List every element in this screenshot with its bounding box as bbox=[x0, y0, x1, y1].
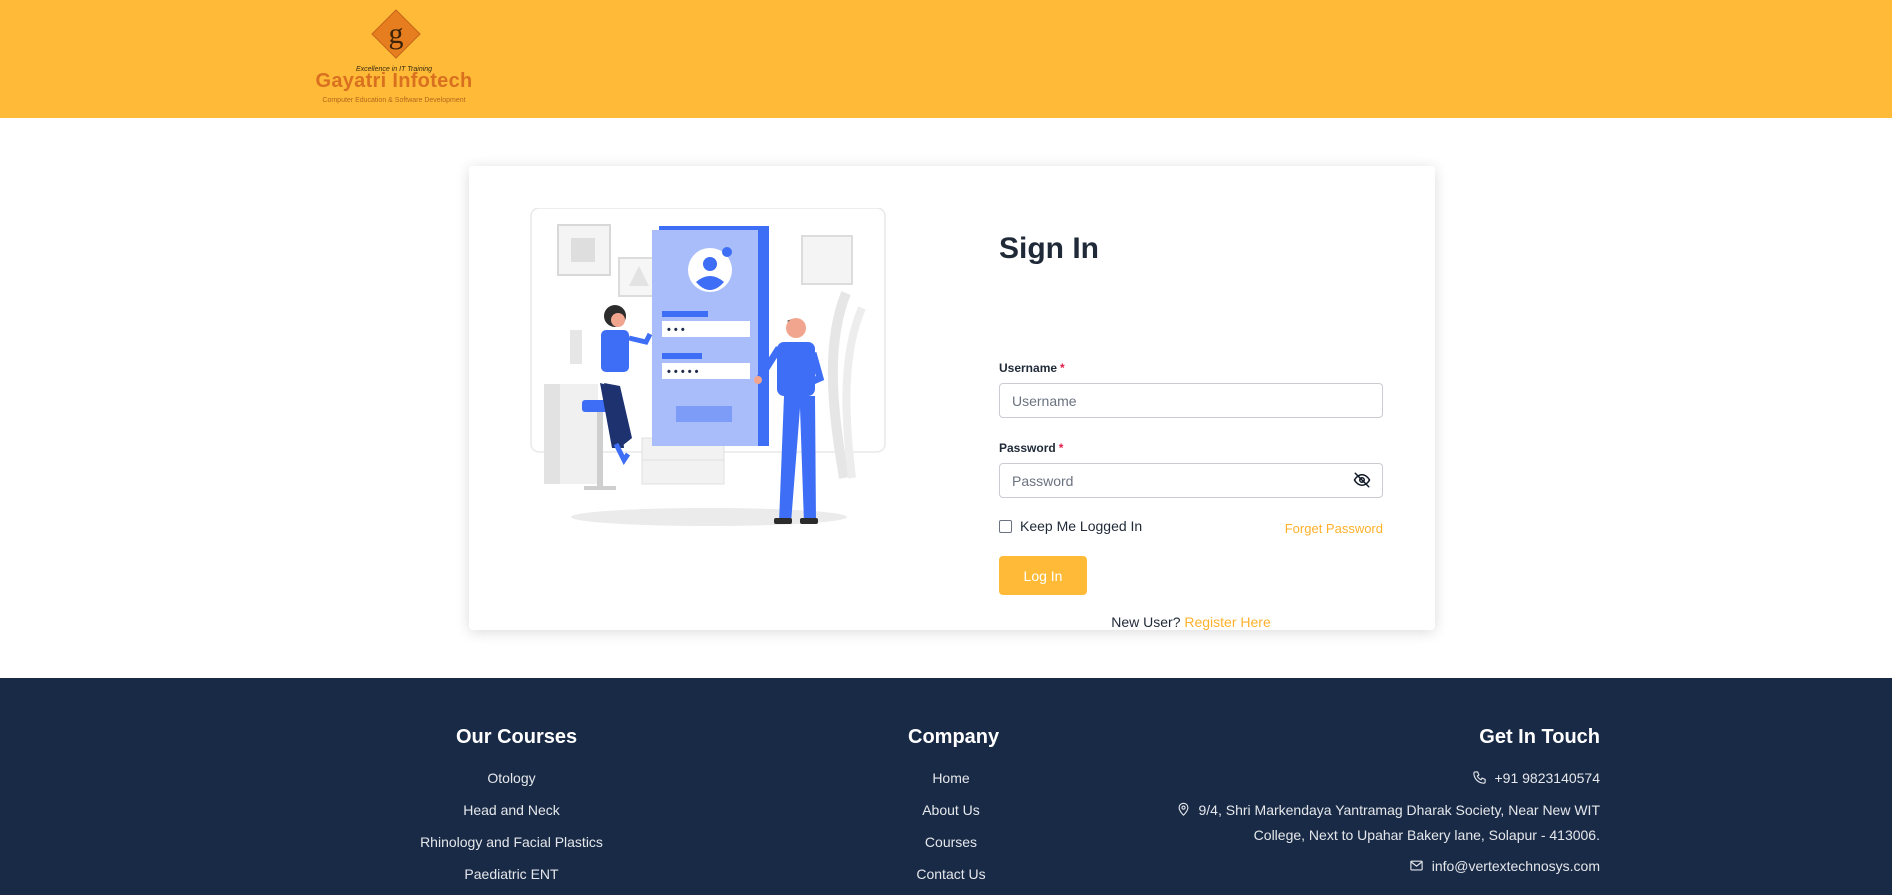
new-user-text: New User? bbox=[1111, 614, 1181, 630]
logo-mark-icon: g bbox=[368, 6, 424, 62]
username-label-text: Username bbox=[999, 361, 1058, 375]
forget-password-link[interactable]: Forget Password bbox=[1285, 521, 1383, 536]
mail-icon bbox=[1410, 860, 1423, 871]
footer-link-courses[interactable]: Courses bbox=[851, 834, 1051, 850]
required-mark: * bbox=[1060, 361, 1065, 375]
username-label: Username * bbox=[999, 361, 1065, 375]
top-header: g Excellence in IT Training Gayatri Info… bbox=[0, 0, 1892, 118]
contact-email[interactable]: info@vertextechnosys.com bbox=[1409, 858, 1600, 874]
password-label-text: Password bbox=[999, 441, 1056, 455]
site-footer: Our Courses Otology Head and Neck Rhinol… bbox=[0, 678, 1892, 895]
logo-monogram: g bbox=[389, 17, 404, 50]
username-input[interactable] bbox=[999, 383, 1383, 418]
contact-phone[interactable]: +91 9823140574 bbox=[1472, 770, 1601, 786]
footer-link-contact[interactable]: Contact Us bbox=[851, 866, 1051, 882]
footer-link-about[interactable]: About Us bbox=[851, 802, 1051, 818]
register-prompt: New User? Register Here bbox=[999, 614, 1383, 630]
contact-address-line-2: College, Next to Upahar Bakery lane, Sol… bbox=[1254, 827, 1600, 843]
illustration-dots-2: • • • • • bbox=[667, 366, 699, 378]
phone-number: +91 9823140574 bbox=[1494, 770, 1601, 786]
logo-subtitle: Computer Education & Software Developmen… bbox=[322, 97, 466, 104]
keep-logged-in-label[interactable]: Keep Me Logged In bbox=[1020, 518, 1142, 534]
login-illustration: • • • • • • • • bbox=[524, 207, 894, 538]
email-address: info@vertextechnosys.com bbox=[1431, 858, 1600, 874]
contact-address: 9/4, Shri Markendaya Yantramag Dharak So… bbox=[1176, 802, 1601, 818]
password-label: Password * bbox=[999, 441, 1063, 455]
phone-icon bbox=[1472, 771, 1486, 784]
logo-brand-name: Gayatri Infotech bbox=[315, 70, 473, 92]
eye-off-icon[interactable] bbox=[1353, 471, 1371, 489]
address-line-2: College, Next to Upahar Bakery lane, Sol… bbox=[1253, 827, 1600, 843]
required-mark: * bbox=[1058, 441, 1064, 455]
courses-heading-text: Our Courses bbox=[456, 726, 578, 748]
contact-heading: Get In Touch bbox=[1479, 726, 1600, 748]
login-card: • • • • • • • • Sign In Username * Usern… bbox=[469, 166, 1435, 630]
illustration-dots-1: • • • bbox=[667, 324, 685, 336]
page-title: Sign In bbox=[999, 232, 1099, 265]
footer-link-home[interactable]: Home bbox=[851, 770, 1051, 786]
brand-logo[interactable]: g Excellence in IT Training Gayatri Info… bbox=[304, 4, 484, 112]
company-heading: Company bbox=[908, 726, 1000, 748]
keep-logged-in-checkbox[interactable] bbox=[999, 519, 1012, 533]
password-input[interactable] bbox=[999, 463, 1383, 498]
address-line-1: 9/4, Shri Markendaya Yantramag Dharak So… bbox=[1198, 802, 1601, 818]
login-button[interactable]: Log In bbox=[999, 556, 1087, 595]
location-icon bbox=[1178, 802, 1188, 816]
register-link[interactable]: Register Here bbox=[1184, 614, 1270, 630]
keep-logged-in-row: Keep Me Logged In bbox=[999, 518, 1142, 534]
